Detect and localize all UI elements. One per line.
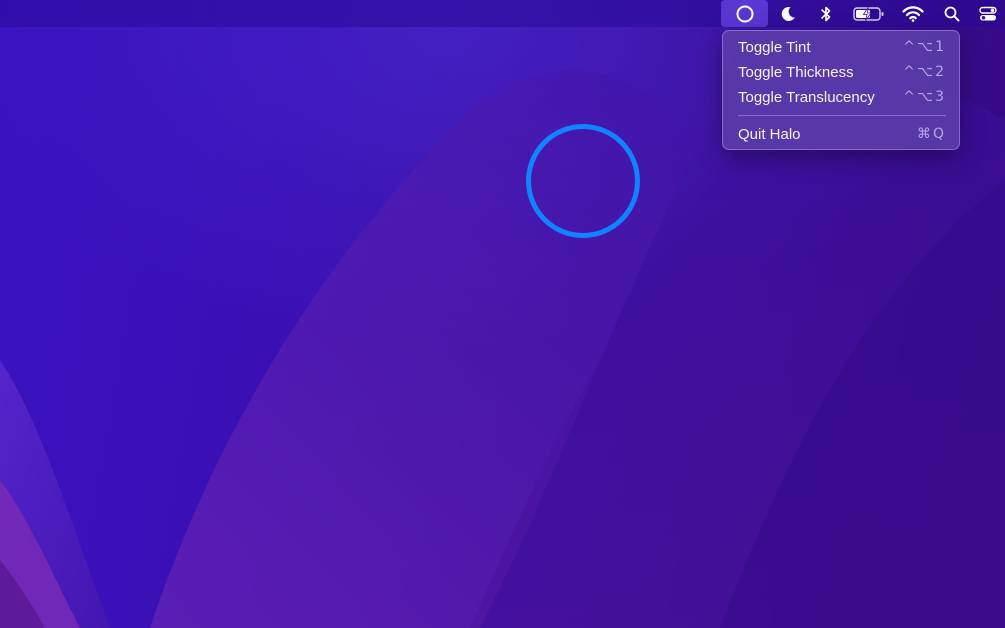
halo-cursor-ring <box>526 124 640 238</box>
control-center-menu-extra[interactable] <box>976 0 1000 27</box>
menu-item-shortcut: ^⌥1 <box>903 39 946 55</box>
circle-icon <box>736 5 753 22</box>
moon-icon <box>781 6 795 21</box>
menu-item-label: Toggle Translucency <box>738 88 875 106</box>
menu-item-toggle-translucency[interactable]: Toggle Translucency ^⌥3 <box>729 85 955 109</box>
wifi-menu-extra[interactable] <box>900 0 926 27</box>
menu-item-toggle-thickness[interactable]: Toggle Thickness ^⌥2 <box>729 60 955 84</box>
search-icon <box>944 6 960 21</box>
menu-item-shortcut: ^⌥2 <box>903 64 946 80</box>
bluetooth-menu-extra[interactable] <box>816 0 836 27</box>
menu-item-toggle-tint[interactable]: Toggle Tint ^⌥1 <box>729 35 955 59</box>
focus-menu-extra[interactable] <box>776 0 800 27</box>
spotlight-menu-extra[interactable] <box>941 0 963 27</box>
battery-charging-icon <box>853 6 884 21</box>
menu-item-shortcut: ⌘Q <box>916 126 946 142</box>
menu-separator <box>738 115 946 116</box>
control-center-icon <box>979 6 997 20</box>
bluetooth-icon <box>821 6 831 21</box>
menu-item-quit-halo[interactable]: Quit Halo ⌘Q <box>729 122 955 146</box>
halo-menu-extra[interactable] <box>721 0 768 27</box>
menu-bar <box>0 0 1005 27</box>
desktop: Toggle Tint ^⌥1 Toggle Thickness ^⌥2 Tog… <box>0 0 1005 628</box>
menu-item-label: Toggle Thickness <box>738 63 854 81</box>
menu-item-label: Toggle Tint <box>738 38 811 56</box>
wifi-icon <box>902 5 924 22</box>
menu-item-label: Quit Halo <box>738 125 801 143</box>
battery-menu-extra[interactable] <box>852 0 886 27</box>
halo-dropdown-menu: Toggle Tint ^⌥1 Toggle Thickness ^⌥2 Tog… <box>722 30 960 150</box>
menu-item-shortcut: ^⌥3 <box>903 89 946 105</box>
